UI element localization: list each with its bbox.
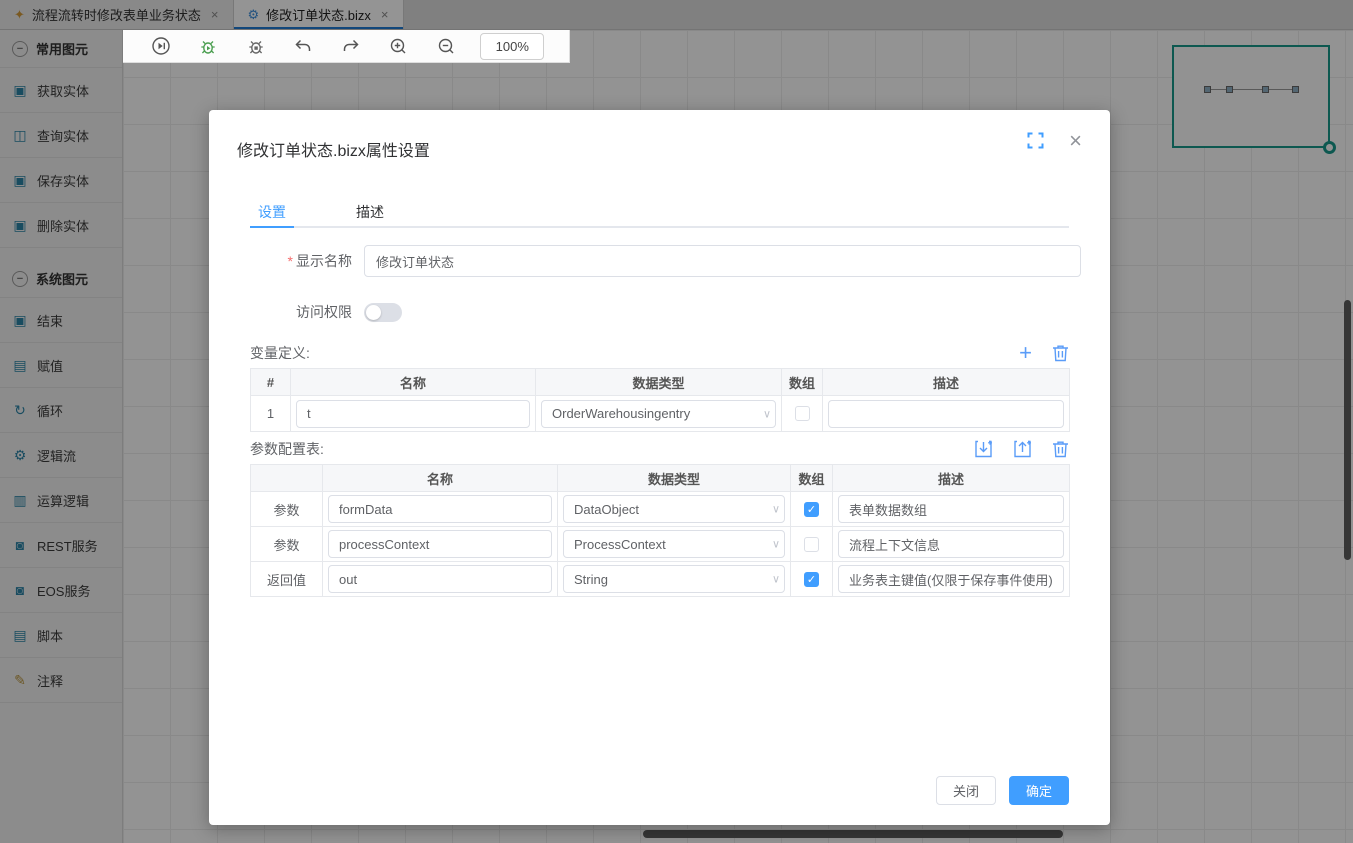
export-params-icon[interactable] (1013, 440, 1032, 458)
debug-run-icon[interactable] (195, 33, 221, 59)
param-type-select[interactable] (563, 495, 785, 523)
col-array: 数组 (782, 369, 823, 396)
display-name-label: *显示名称 (250, 251, 352, 271)
dialog-footer: 关闭 确定 (936, 776, 1069, 805)
zoom-in-icon[interactable] (385, 33, 411, 59)
variable-row: 1 ∨ (251, 396, 1070, 432)
display-name-input[interactable] (364, 245, 1081, 277)
param-desc-input[interactable] (838, 495, 1064, 523)
params-section-header: 参数配置表: (250, 439, 1069, 459)
variables-section-label: 变量定义: (250, 343, 310, 363)
param-array-checkbox[interactable]: ✓ (804, 502, 819, 517)
display-name-row: *显示名称 (250, 245, 1081, 277)
app-window: ✦ 流程流转时修改表单业务状态 × ⚙ 修改订单状态.bizx × − 常用图元… (0, 0, 1353, 843)
dialog-tabs: 设置 描述 (250, 202, 1069, 228)
access-toggle[interactable] (364, 303, 402, 322)
debug-stop-icon[interactable] (243, 33, 269, 59)
required-asterisk: * (288, 253, 293, 269)
col-description: 描述 (823, 369, 1070, 396)
zoom-out-icon[interactable] (433, 33, 459, 59)
tab-settings[interactable]: 设置 (250, 202, 294, 228)
confirm-button[interactable]: 确定 (1009, 776, 1069, 805)
fullscreen-icon[interactable] (1027, 132, 1044, 149)
delete-variable-icon[interactable] (1052, 344, 1069, 362)
variable-name-input[interactable] (296, 400, 530, 428)
variables-header-row: # 名称 数据类型 数组 描述 (251, 369, 1070, 396)
add-variable-icon[interactable]: + (1019, 344, 1032, 362)
toggle-knob (366, 305, 381, 320)
variables-table: # 名称 数据类型 数组 描述 1 ∨ (250, 368, 1070, 432)
params-section-label: 参数配置表: (250, 439, 324, 459)
redo-icon[interactable] (338, 33, 364, 59)
close-icon[interactable]: × (1069, 128, 1082, 154)
param-array-checkbox[interactable]: ✓ (804, 572, 819, 587)
col-datatype: 数据类型 (536, 369, 782, 396)
col-description: 描述 (833, 465, 1070, 492)
tab-description[interactable]: 描述 (348, 202, 392, 226)
param-name-input[interactable] (328, 565, 552, 593)
param-row: 参数 ∨ (251, 527, 1070, 562)
param-array-checkbox[interactable] (804, 537, 819, 552)
variable-desc-input[interactable] (828, 400, 1064, 428)
dialog-title: 修改订单状态.bizx属性设置 (237, 137, 430, 161)
params-table: 名称 数据类型 数组 描述 参数 ∨ ✓ 参数 ∨ (250, 464, 1070, 597)
import-params-icon[interactable] (974, 440, 993, 458)
delete-param-icon[interactable] (1052, 440, 1069, 458)
param-kind: 参数 (251, 527, 323, 562)
close-button[interactable]: 关闭 (936, 776, 996, 805)
designer-toolbar: 100% (123, 30, 570, 63)
properties-dialog: 修改订单状态.bizx属性设置 × 设置 描述 *显示名称 访问权限 变量定义:… (209, 110, 1110, 825)
param-row: 参数 ∨ ✓ (251, 492, 1070, 527)
params-header-row: 名称 数据类型 数组 描述 (251, 465, 1070, 492)
param-desc-input[interactable] (838, 565, 1064, 593)
param-type-select[interactable] (563, 565, 785, 593)
run-button[interactable] (148, 33, 174, 59)
variable-type-select[interactable] (541, 400, 776, 428)
access-label: 访问权限 (250, 302, 352, 322)
col-array: 数组 (791, 465, 833, 492)
col-index: # (251, 369, 291, 396)
variable-array-checkbox[interactable] (795, 406, 810, 421)
param-desc-input[interactable] (838, 530, 1064, 558)
variables-section-header: 变量定义: + (250, 343, 1069, 363)
zoom-level-indicator[interactable]: 100% (480, 33, 544, 60)
param-row: 返回值 ∨ ✓ (251, 562, 1070, 597)
param-name-input[interactable] (328, 530, 552, 558)
col-kind (251, 465, 323, 492)
param-name-input[interactable] (328, 495, 552, 523)
undo-icon[interactable] (290, 33, 316, 59)
variable-index: 1 (251, 396, 291, 432)
access-row: 访问权限 (250, 302, 402, 322)
col-name: 名称 (291, 369, 536, 396)
col-datatype: 数据类型 (558, 465, 791, 492)
param-kind: 参数 (251, 492, 323, 527)
param-kind: 返回值 (251, 562, 323, 597)
col-name: 名称 (323, 465, 558, 492)
param-type-select[interactable] (563, 530, 785, 558)
